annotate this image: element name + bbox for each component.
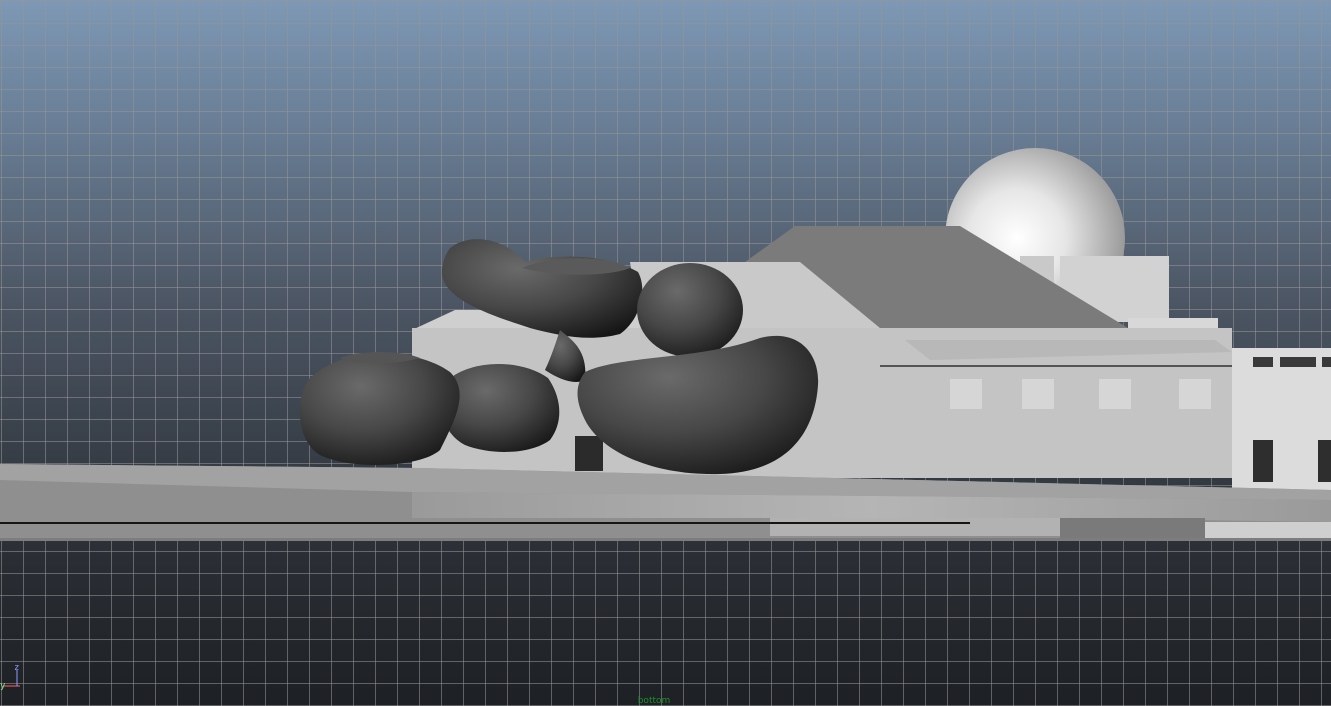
blob-lobe-center[interactable] <box>441 363 560 452</box>
side-wing <box>1232 348 1331 490</box>
axis-z-label: z <box>14 663 20 673</box>
wing-window-strip <box>1253 357 1273 367</box>
plinth-dark <box>1060 518 1205 540</box>
wing-window-strip <box>1280 357 1316 367</box>
plinth-right <box>1205 522 1331 540</box>
window <box>950 379 982 409</box>
ground-bottom-edge <box>0 538 1331 541</box>
plinth-lower <box>770 518 1060 536</box>
axis-y-label: y <box>0 681 6 691</box>
window <box>1099 379 1131 409</box>
wing-door <box>1318 440 1331 482</box>
wing-window-strip <box>1322 357 1331 367</box>
viewport-panel[interactable]: y z bottom <box>0 0 1331 706</box>
window <box>1179 379 1211 409</box>
blob-sphere[interactable] <box>637 263 743 357</box>
camera-view-label: bottom <box>637 696 671 706</box>
entrance-door <box>575 436 603 471</box>
viewport-scene[interactable] <box>0 0 1331 706</box>
blob-lobe-left[interactable] <box>299 352 460 466</box>
window <box>1022 379 1054 409</box>
wing-door <box>1253 440 1273 482</box>
